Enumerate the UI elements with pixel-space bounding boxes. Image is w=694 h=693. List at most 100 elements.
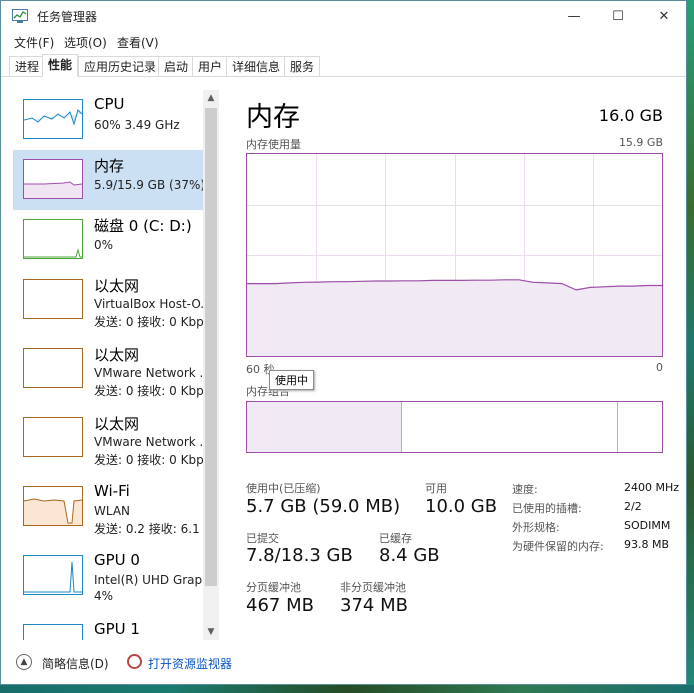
prop-speed-value: 2400 MHz <box>624 481 680 494</box>
gpu1-thumbnail-graph <box>23 624 83 640</box>
sidebar-item-memory[interactable]: 内存 5.9/15.9 GB (37%) <box>13 150 203 210</box>
prop-slots-value: 2/2 <box>624 500 642 513</box>
prop-form-factor-value: SODIMM <box>624 519 671 532</box>
stat-paged-pool-value: 467 MB <box>246 595 314 616</box>
stat-committed-value: 7.8/18.3 GB <box>246 545 353 566</box>
wifi-thumbnail-graph <box>23 486 83 526</box>
stat-paged-pool-label: 分页缓冲池 <box>246 581 301 594</box>
memory-usage-chart <box>247 154 662 356</box>
stat-committed-label: 已提交 <box>246 532 279 545</box>
prop-slots-label: 已使用的插槽: <box>512 502 582 515</box>
ethernet-thumbnail-graph <box>23 348 83 388</box>
window-title: 任务管理器 <box>37 10 98 24</box>
total-memory: 16.0 GB <box>598 106 663 125</box>
memory-composition-bar[interactable] <box>246 401 663 453</box>
stat-cached-label: 已缓存 <box>379 532 412 545</box>
sidebar-subtitle: VMware Network ... <box>94 366 203 380</box>
scroll-down-arrow-icon[interactable]: ▼ <box>203 624 219 640</box>
memory-detail-panel: 内存 16.0 GB 内存使用量 15.9 GB 60 秒 0 内存组合 使用中… <box>229 90 679 640</box>
sidebar-title: 内存 <box>94 157 125 175</box>
sidebar-title: 以太网 <box>94 277 140 295</box>
sidebar-item-gpu1[interactable]: GPU 1 <box>13 615 203 640</box>
stat-in-use-label: 使用中(已压缩) <box>246 482 321 495</box>
sidebar-title: CPU <box>94 95 125 113</box>
task-manager-app-icon <box>12 9 28 23</box>
prop-hw-reserved-value: 93.8 MB <box>624 538 670 551</box>
sidebar-item-disk[interactable]: 磁盘 0 (C: D:) 0% <box>13 210 203 270</box>
fewer-details-button[interactable]: 简略信息(D) <box>42 655 109 672</box>
desktop-background-bottom <box>0 685 694 693</box>
prop-form-factor-label: 外形规格: <box>512 521 560 534</box>
close-button[interactable]: ✕ <box>641 1 687 32</box>
sidebar-subtitle: 60% 3.49 GHz <box>94 118 180 132</box>
page-title: 内存 <box>246 102 300 133</box>
title-bar[interactable]: 任务管理器 — ☐ ✕ <box>1 1 686 32</box>
sidebar-subtitle: VMware Network ... <box>94 435 203 449</box>
sidebar-subtitle: WLAN <box>94 504 131 518</box>
sidebar-subtitle: VirtualBox Host-O... <box>94 297 203 311</box>
stat-available-label: 可用 <box>425 482 447 495</box>
task-manager-window: 任务管理器 — ☐ ✕ 文件(F) 选项(O) 查看(V) 进程 性能 应用历史… <box>0 0 687 685</box>
disk-thumbnail-graph <box>23 219 83 259</box>
sidebar-title: Wi-Fi <box>94 482 130 500</box>
prop-speed-label: 速度: <box>512 483 538 496</box>
minimize-button[interactable]: — <box>551 1 597 32</box>
sidebar-item-ethernet-vmware-2[interactable]: 以太网 VMware Network ... 发送: 0 接收: 0 Kbps <box>13 408 203 468</box>
usage-graph-label: 内存使用量 <box>246 138 301 151</box>
tab-performance[interactable]: 性能 <box>42 54 79 77</box>
sidebar-item-gpu0[interactable]: GPU 0 Intel(R) UHD Grap... 4% <box>13 546 203 606</box>
composition-standby[interactable] <box>401 402 618 452</box>
sidebar-throughput: 发送: 0 接收: 0 Kbps <box>94 453 203 467</box>
tab-bar: 进程 性能 应用历史记录 启动 用户 详细信息 服务 <box>1 54 686 77</box>
stat-available-value: 10.0 GB <box>425 496 498 517</box>
sidebar-title: 以太网 <box>94 415 140 433</box>
stat-cached-value: 8.4 GB <box>379 545 440 566</box>
sidebar-title: GPU 1 <box>94 620 140 638</box>
resource-monitor-icon[interactable] <box>127 654 142 669</box>
tab-users[interactable]: 用户 <box>192 56 229 76</box>
memory-usage-graph <box>246 153 663 357</box>
sidebar-throughput: 发送: 0 接收: 0 Kbps <box>94 315 203 329</box>
sidebar-usage: 4% <box>94 589 114 603</box>
ethernet-thumbnail-graph <box>23 417 83 457</box>
memory-thumbnail-graph <box>23 159 83 199</box>
sidebar-subtitle: Intel(R) UHD Grap... <box>94 573 203 587</box>
menu-file[interactable]: 文件(F) <box>14 34 54 51</box>
tab-startup[interactable]: 启动 <box>158 56 195 76</box>
sidebar-item-wifi[interactable]: Wi-Fi WLAN 发送: 0.2 接收: 6.1 Mbps <box>13 477 203 537</box>
sidebar-item-ethernet-virtualbox[interactable]: 以太网 VirtualBox Host-O... 发送: 0 接收: 0 Kbp… <box>13 270 203 330</box>
scrollbar-thumb[interactable] <box>205 108 217 586</box>
menu-options[interactable]: 选项(O) <box>64 34 107 51</box>
prop-hw-reserved-label: 为硬件保留的内存: <box>512 540 604 553</box>
stat-nonpaged-pool-value: 374 MB <box>340 595 408 616</box>
maximize-button[interactable]: ☐ <box>595 1 641 32</box>
tab-services[interactable]: 服务 <box>284 56 321 76</box>
usage-area-fill <box>247 279 662 356</box>
scroll-up-arrow-icon[interactable]: ▲ <box>203 90 219 106</box>
stat-in-use-value: 5.7 GB (59.0 MB) <box>246 496 401 517</box>
tab-details[interactable]: 详细信息 <box>226 56 287 76</box>
sidebar-subtitle: 5.9/15.9 GB (37%) <box>94 178 203 192</box>
sidebar-title: 磁盘 0 (C: D:) <box>94 217 192 235</box>
ethernet-thumbnail-graph <box>23 279 83 319</box>
bottom-bar: ▲ 简略信息(D) 打开资源监视器 <box>1 651 687 685</box>
usage-graph-max: 15.9 GB <box>618 136 663 149</box>
sidebar-title: 以太网 <box>94 346 140 364</box>
composition-free[interactable] <box>618 402 662 452</box>
sidebar-item-ethernet-vmware-1[interactable]: 以太网 VMware Network ... 发送: 0 接收: 0 Kbps <box>13 339 203 399</box>
menu-view[interactable]: 查看(V) <box>117 34 159 51</box>
tab-processes[interactable]: 进程 <box>9 56 46 76</box>
tab-app-history[interactable]: 应用历史记录 <box>78 56 163 76</box>
sidebar-subtitle: 0% <box>94 238 114 252</box>
x-axis-end-label: 0 <box>656 361 663 374</box>
open-resource-monitor-link[interactable]: 打开资源监视器 <box>148 655 232 672</box>
gpu0-thumbnail-graph <box>23 555 83 595</box>
cpu-thumbnail-graph <box>23 99 83 139</box>
stat-nonpaged-pool-label: 非分页缓冲池 <box>340 581 406 594</box>
chevron-up-icon[interactable]: ▲ <box>16 654 32 670</box>
sidebar-item-cpu[interactable]: CPU 60% 3.49 GHz <box>13 90 203 150</box>
sidebar-throughput: 发送: 0.2 接收: 6.1 Mbps <box>94 522 203 536</box>
sidebar-scrollbar[interactable]: ▲ ▼ <box>203 90 219 640</box>
composition-in-use[interactable] <box>247 402 399 452</box>
sidebar-title: GPU 0 <box>94 551 140 569</box>
